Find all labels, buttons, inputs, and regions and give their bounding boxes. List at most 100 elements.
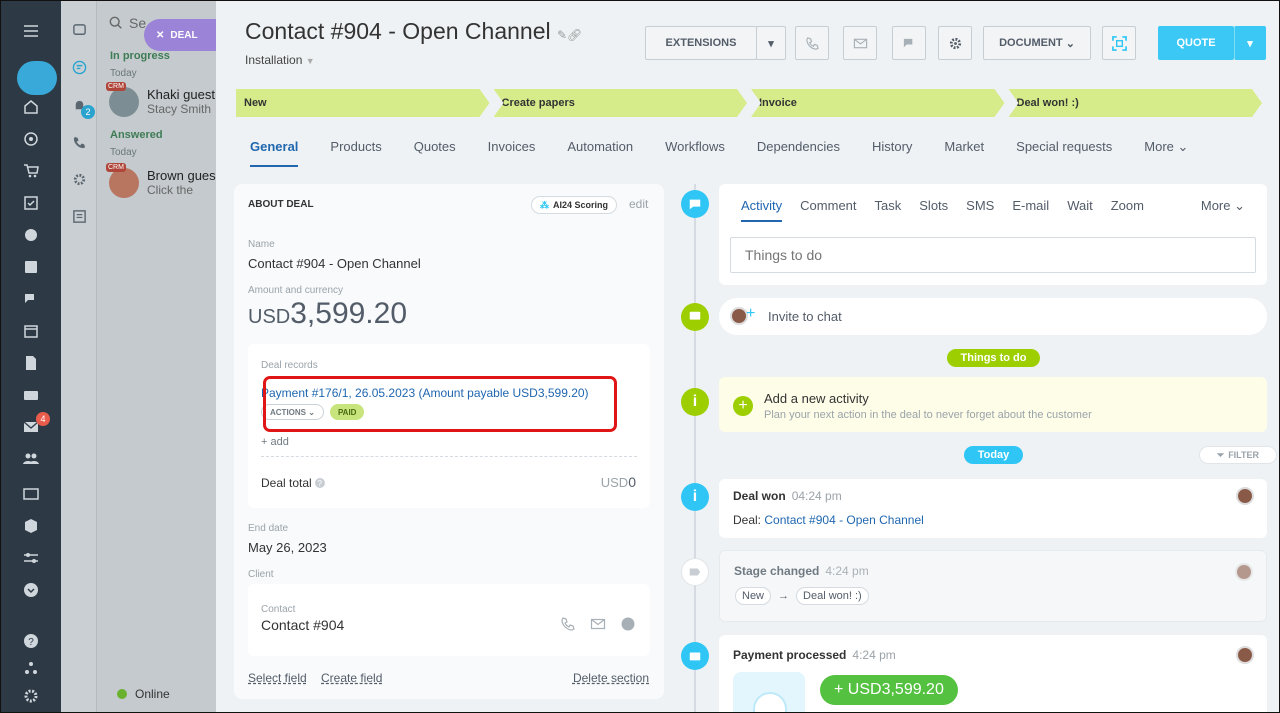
tab-more[interactable]: More ⌄	[1144, 139, 1188, 167]
box-icon[interactable]	[21, 516, 41, 536]
deal-link[interactable]: Contact #904 - Open Channel	[764, 513, 923, 527]
tab-slots[interactable]: Slots	[919, 198, 948, 213]
expand-button[interactable]	[1102, 26, 1136, 60]
email-button[interactable]	[843, 26, 877, 60]
phone-icon[interactable]	[70, 133, 88, 151]
avatar: CRM	[106, 163, 139, 198]
deal-total: Deal total?	[261, 476, 325, 490]
document-button[interactable]: DOCUMENT ⌄	[983, 26, 1091, 60]
contact-value[interactable]: Contact #904	[261, 617, 344, 633]
chat-item[interactable]: CRM Khaki guest Stacy Smith	[106, 82, 215, 117]
payment-amount-badge: + USD3,599.20	[820, 675, 958, 705]
crm-icon[interactable]	[21, 225, 41, 245]
select-field-link[interactable]: Select field	[248, 671, 307, 685]
tab-comment[interactable]: Comment	[800, 198, 856, 213]
gear-icon[interactable]	[70, 170, 88, 188]
call-button[interactable]	[795, 26, 829, 60]
target-icon[interactable]	[21, 129, 41, 149]
feed-icon[interactable]	[21, 257, 41, 277]
online-status[interactable]: Online	[117, 687, 170, 701]
chat-item-name: Khaki guest	[147, 87, 215, 102]
phone-icon[interactable]	[560, 616, 576, 632]
tab-activity[interactable]: Activity	[741, 198, 783, 222]
sliders-icon[interactable]	[21, 548, 41, 568]
quote-button[interactable]: QUOTE	[1158, 26, 1234, 60]
chat-item[interactable]: CRM Brown gues Click the	[106, 163, 216, 198]
tab-market[interactable]: Market	[944, 139, 984, 167]
chat-button[interactable]	[892, 26, 926, 60]
close-deal-slider-button[interactable]: ✕ DEAL	[144, 19, 216, 51]
tab-quotes[interactable]: Quotes	[414, 139, 456, 167]
tag-icon	[681, 558, 709, 586]
pipeline-selector[interactable]: Installation ▼	[245, 53, 315, 67]
user-avatar	[1236, 646, 1254, 664]
document-icon[interactable]	[21, 353, 41, 373]
tab-wait[interactable]: Wait	[1067, 198, 1093, 213]
entry-title: Deal won 04:24 pm	[733, 489, 842, 503]
mail-icon[interactable]	[590, 616, 606, 632]
tab-invoices[interactable]: Invoices	[488, 139, 536, 167]
extensions-dropdown-button[interactable]: ▾	[756, 26, 786, 60]
active-app-indicator	[17, 61, 57, 95]
list-icon[interactable]	[70, 207, 88, 225]
messages-icon[interactable]	[70, 21, 88, 39]
entry-time: 4:24 pm	[852, 648, 896, 662]
structure-icon[interactable]	[21, 658, 41, 678]
home-icon[interactable]	[21, 97, 41, 117]
highlight-box	[263, 376, 617, 432]
tab-products[interactable]: Products	[330, 139, 381, 167]
contacts-icon[interactable]	[21, 449, 41, 469]
chat-icon[interactable]	[620, 616, 636, 632]
tab-automation[interactable]: Automation	[567, 139, 633, 167]
tab-zoom[interactable]: Zoom	[1111, 198, 1144, 213]
stage-deal-won[interactable]: Deal won! :)	[1009, 89, 1263, 117]
tab-email[interactable]: E-mail	[1012, 198, 1049, 213]
open-lines-icon[interactable]	[70, 58, 88, 76]
user-avatar	[1236, 487, 1254, 505]
chat-icon[interactable]	[21, 289, 41, 309]
expand-icon	[1111, 35, 1127, 51]
link-icon[interactable]: 🔗︎	[567, 28, 582, 42]
tab-workflows[interactable]: Workflows	[665, 139, 725, 167]
extensions-button[interactable]: EXTENSIONS	[645, 26, 757, 60]
tab-dependencies[interactable]: Dependencies	[757, 139, 840, 167]
activity-more-button[interactable]: More ⌄	[1201, 198, 1245, 214]
cart-icon[interactable]	[21, 161, 41, 181]
chat-item-name: Brown gues	[147, 168, 216, 183]
settings-button[interactable]	[938, 26, 972, 60]
stage-bar: New Create papers Invoice Deal won! :)	[236, 89, 1266, 117]
chat-search[interactable]: Se	[109, 15, 146, 31]
ai-scoring-label: AI24 Scoring	[553, 200, 609, 210]
timeline-chat-icon	[681, 303, 709, 331]
more-down-icon[interactable]	[21, 580, 41, 600]
delete-section-link[interactable]: Delete section	[573, 671, 649, 685]
tab-sms[interactable]: SMS	[966, 198, 994, 213]
add-record-link[interactable]: + add	[261, 436, 289, 448]
quote-dropdown-button[interactable]: ▾	[1234, 26, 1266, 60]
edit-pencil-icon[interactable]: ✎	[557, 28, 567, 42]
help-icon[interactable]: ?	[21, 631, 41, 651]
chat-count-badge: 2	[81, 105, 95, 119]
help-icon[interactable]: ?	[314, 478, 325, 488]
menu-icon[interactable]	[21, 21, 41, 41]
tab-task[interactable]: Task	[875, 198, 902, 213]
stage-invoice[interactable]: Invoice	[751, 89, 1005, 117]
stage-new[interactable]: New	[236, 89, 490, 117]
invite-to-chat-row[interactable]: + Invite to chat	[719, 298, 1267, 335]
stage-create-papers[interactable]: Create papers	[494, 89, 748, 117]
tasks-icon[interactable]	[21, 193, 41, 213]
settings-gear-icon[interactable]	[21, 686, 41, 706]
mail-count-badge: 4	[36, 412, 50, 426]
drive-icon[interactable]	[21, 385, 41, 405]
tab-history[interactable]: History	[872, 139, 912, 167]
edit-link[interactable]: edit	[629, 197, 648, 211]
calendar-icon[interactable]	[21, 321, 41, 341]
tab-general[interactable]: General	[250, 139, 299, 167]
things-to-do-input[interactable]	[730, 237, 1256, 273]
id-card-icon[interactable]	[21, 484, 41, 504]
add-activity-card[interactable]: + Add a new activity Plan your next acti…	[719, 377, 1267, 432]
ai-scoring-button[interactable]: ⁂ AI24 Scoring	[531, 196, 618, 214]
tab-special-requests[interactable]: Special requests	[1016, 139, 1112, 167]
create-field-link[interactable]: Create field	[321, 671, 382, 685]
filter-button[interactable]: ⏷ FILTER	[1199, 446, 1277, 464]
